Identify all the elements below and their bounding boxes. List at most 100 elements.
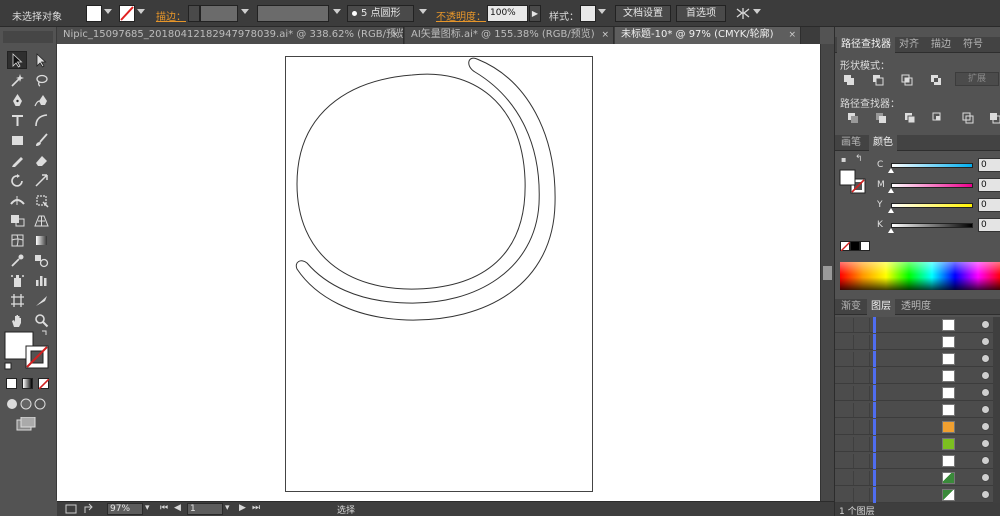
tab-nipic[interactable]: Nipic_15097685_20180412182947978039.ai* … bbox=[57, 27, 404, 44]
selection-tool[interactable] bbox=[7, 51, 27, 69]
share-icon[interactable] bbox=[83, 503, 95, 515]
screen-mode-icon[interactable] bbox=[16, 417, 36, 432]
target-icon[interactable] bbox=[981, 320, 990, 329]
preferences-button[interactable]: 首选项 bbox=[676, 5, 726, 22]
visibility-toggle[interactable] bbox=[840, 454, 854, 468]
tab-gradient[interactable]: 渐变 bbox=[837, 299, 865, 315]
cyan-value-input[interactable]: 0 bbox=[978, 158, 1000, 172]
target-icon[interactable] bbox=[981, 337, 990, 346]
pen-tool[interactable] bbox=[7, 91, 27, 109]
target-icon[interactable] bbox=[981, 490, 990, 499]
lock-toggle[interactable] bbox=[856, 369, 870, 383]
shape-builder-tool[interactable] bbox=[7, 211, 27, 229]
fill-stroke-control[interactable] bbox=[4, 329, 54, 375]
layer-row[interactable] bbox=[835, 436, 1000, 452]
eraser-tool[interactable] bbox=[31, 151, 51, 169]
opacity-dropdown[interactable]: ▶ bbox=[529, 5, 541, 22]
lock-toggle[interactable] bbox=[856, 454, 870, 468]
divide-button[interactable] bbox=[845, 111, 860, 124]
layer-row[interactable] bbox=[835, 317, 1000, 333]
tools-panel-grip[interactable] bbox=[3, 31, 53, 43]
brush-definition[interactable]: 5 点圆形 bbox=[347, 5, 414, 22]
layers-scrollbar[interactable] bbox=[993, 317, 1000, 503]
tab-color[interactable]: 颜色 bbox=[869, 135, 897, 151]
yellow-slider[interactable]: Y 0 bbox=[835, 198, 1000, 214]
direct-selection-tool[interactable] bbox=[31, 51, 51, 69]
merge-button[interactable] bbox=[902, 111, 917, 124]
tab-layers[interactable]: 图层 bbox=[867, 299, 895, 315]
white-swatch[interactable] bbox=[860, 241, 870, 251]
stroke-label[interactable]: 描边： bbox=[156, 8, 186, 23]
artwork-outline[interactable] bbox=[57, 44, 820, 501]
magenta-track[interactable] bbox=[891, 183, 973, 188]
crop-button[interactable] bbox=[930, 111, 945, 124]
layer-row[interactable] bbox=[835, 470, 1000, 486]
visibility-toggle[interactable] bbox=[840, 369, 854, 383]
layer-row[interactable] bbox=[835, 402, 1000, 418]
visibility-toggle[interactable] bbox=[840, 386, 854, 400]
lock-toggle[interactable] bbox=[856, 318, 870, 332]
layer-row[interactable] bbox=[835, 385, 1000, 401]
minus-front-button[interactable] bbox=[870, 73, 885, 86]
target-icon[interactable] bbox=[981, 422, 990, 431]
cyan-slider[interactable]: C 0 bbox=[835, 158, 1000, 174]
close-icon[interactable]: × bbox=[391, 27, 399, 43]
zoom-dropdown-icon[interactable]: ▾ bbox=[145, 503, 150, 513]
artboard-dropdown-icon[interactable]: ▾ bbox=[225, 503, 230, 513]
layer-row[interactable] bbox=[835, 487, 1000, 503]
black-track[interactable] bbox=[891, 223, 973, 228]
visibility-toggle[interactable] bbox=[840, 335, 854, 349]
next-artboard-icon[interactable]: ▶ bbox=[239, 503, 246, 513]
tab-pathfinder[interactable]: 路径查找器 bbox=[837, 37, 895, 53]
zoom-level-input[interactable]: 97% bbox=[107, 503, 143, 515]
cyan-track[interactable] bbox=[891, 163, 973, 168]
perspective-grid-tool[interactable] bbox=[31, 211, 51, 229]
close-icon[interactable]: × bbox=[601, 27, 609, 43]
magenta-slider[interactable]: M 0 bbox=[835, 178, 1000, 194]
visibility-toggle[interactable] bbox=[840, 318, 854, 332]
yellow-value-input[interactable]: 0 bbox=[978, 198, 1000, 212]
yellow-knob[interactable] bbox=[888, 208, 894, 213]
rotate-tool[interactable] bbox=[7, 171, 27, 189]
document-setup-button[interactable]: 文档设置 bbox=[615, 5, 671, 22]
eyedropper-tool[interactable] bbox=[7, 251, 27, 269]
scale-tool[interactable] bbox=[31, 171, 51, 189]
black-value-input[interactable]: 0 bbox=[978, 218, 1000, 232]
color-mode-button[interactable] bbox=[6, 378, 17, 389]
tab-symbols[interactable]: 符号 bbox=[959, 37, 987, 53]
magic-wand-tool[interactable] bbox=[7, 71, 27, 89]
unite-button[interactable] bbox=[841, 73, 856, 86]
curvature-tool[interactable] bbox=[31, 91, 51, 109]
stroke-dropdown-icon[interactable] bbox=[137, 9, 145, 14]
target-icon[interactable] bbox=[981, 371, 990, 380]
arrange-documents-icon[interactable] bbox=[736, 7, 750, 20]
arrange-dropdown-icon[interactable] bbox=[753, 9, 761, 14]
fill-swatch[interactable] bbox=[86, 5, 102, 22]
lock-toggle[interactable] bbox=[856, 488, 870, 502]
fill-dropdown-icon[interactable] bbox=[104, 9, 112, 14]
gradient-tool[interactable] bbox=[31, 231, 51, 249]
opacity-input[interactable]: 100% bbox=[487, 5, 528, 22]
stroke-weight-input[interactable] bbox=[200, 5, 238, 22]
scrollbar-thumb[interactable] bbox=[823, 266, 832, 280]
graphic-style-swatch[interactable] bbox=[580, 5, 596, 22]
first-artboard-icon[interactable]: ⏮ bbox=[160, 503, 168, 513]
lock-toggle[interactable] bbox=[856, 471, 870, 485]
vertical-scrollbar[interactable] bbox=[820, 44, 834, 501]
column-graph-tool[interactable] bbox=[31, 271, 51, 289]
exclude-button[interactable] bbox=[928, 73, 943, 86]
tab-stroke[interactable]: 描边 bbox=[927, 37, 955, 53]
artboard-navigation-icon[interactable] bbox=[65, 503, 77, 515]
layer-row[interactable] bbox=[835, 453, 1000, 469]
lock-toggle[interactable] bbox=[856, 420, 870, 434]
visibility-toggle[interactable] bbox=[840, 471, 854, 485]
black-knob[interactable] bbox=[888, 228, 894, 233]
tab-untitled-10[interactable]: 未标题-10* @ 97% (CMYK/轮廓) × bbox=[615, 27, 801, 44]
color-spectrum[interactable] bbox=[840, 262, 1000, 290]
lock-toggle[interactable] bbox=[856, 403, 870, 417]
expand-button[interactable]: 扩展 bbox=[955, 72, 999, 86]
target-icon[interactable] bbox=[981, 405, 990, 414]
drawing-modes[interactable] bbox=[6, 398, 48, 411]
stroke-weight-stepper[interactable] bbox=[188, 5, 200, 22]
lock-toggle[interactable] bbox=[856, 437, 870, 451]
